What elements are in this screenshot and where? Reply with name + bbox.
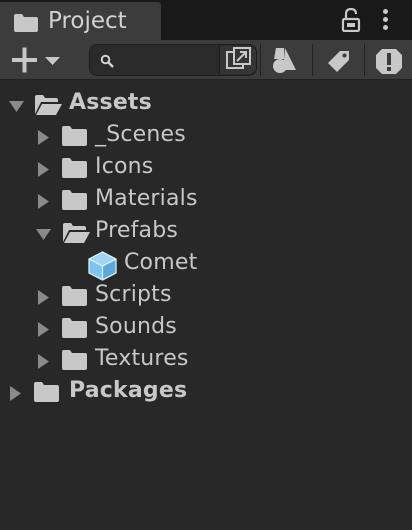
chevron-down-icon[interactable]	[36, 226, 51, 245]
tree-item-label: Assets	[69, 90, 152, 115]
tag-icon	[328, 51, 349, 72]
tree-item-assets[interactable]: Assets	[0, 88, 412, 120]
chevron-right-icon[interactable]	[38, 194, 50, 213]
shapes-icon	[273, 48, 296, 73]
chevron-right-icon[interactable]	[38, 290, 50, 309]
tree-item-label: _Scenes	[95, 122, 186, 147]
tree-item-sounds[interactable]: Sounds	[0, 312, 412, 344]
tree-item-label: Sounds	[95, 314, 177, 339]
folder-open-icon	[34, 94, 63, 120]
divider	[260, 44, 261, 76]
label-filter-button[interactable]	[314, 44, 362, 78]
warning-icon	[376, 49, 402, 74]
chevron-right-icon[interactable]	[38, 130, 50, 149]
folder-open-icon	[62, 222, 91, 248]
tree-item-label: Icons	[95, 154, 154, 179]
folder-icon	[62, 350, 87, 374]
folder-icon	[34, 382, 59, 406]
folder-icon	[62, 318, 87, 342]
search-field	[89, 44, 257, 76]
search-icon	[100, 53, 114, 72]
type-filter-button[interactable]	[262, 44, 310, 78]
tree-item-comet[interactable]: Comet	[0, 248, 412, 281]
kebab-menu-icon[interactable]	[380, 9, 390, 33]
tree-item-packages[interactable]: Packages	[0, 376, 412, 408]
tree-item-label: Comet	[124, 250, 198, 275]
tree-item-label: Scripts	[95, 282, 172, 307]
tab-strip: Project	[0, 0, 412, 40]
chevron-down-icon[interactable]	[9, 98, 24, 117]
folder-icon	[62, 190, 87, 214]
divider	[364, 44, 365, 76]
search-input[interactable]	[120, 48, 220, 72]
popout-button[interactable]	[219, 46, 256, 74]
chevron-down-icon	[45, 57, 60, 65]
create-button[interactable]	[12, 47, 64, 77]
toolbar	[0, 40, 412, 80]
tree-item-scenes[interactable]: _Scenes	[0, 120, 412, 152]
tab-title: Project	[48, 8, 127, 34]
chevron-right-icon[interactable]	[38, 162, 50, 181]
tree-item-scripts[interactable]: Scripts	[0, 280, 412, 312]
folder-icon	[14, 14, 38, 36]
folder-icon	[62, 286, 87, 310]
tree-item-label: Textures	[95, 346, 189, 371]
tree-item-textures[interactable]: Textures	[0, 344, 412, 376]
chevron-right-icon[interactable]	[10, 386, 22, 405]
divider	[312, 44, 313, 76]
tree-item-label: Prefabs	[95, 218, 179, 243]
tree-item-label: Materials	[95, 186, 198, 211]
popout-icon	[226, 47, 251, 69]
warning-filter-button[interactable]	[366, 44, 412, 78]
chevron-right-icon[interactable]	[38, 354, 50, 373]
tree-item-icons[interactable]: Icons	[0, 152, 412, 184]
tree-item-prefabs[interactable]: Prefabs	[0, 216, 412, 248]
tab-project[interactable]: Project	[0, 2, 161, 40]
tree-item-materials[interactable]: Materials	[0, 184, 412, 216]
folder-icon	[62, 126, 87, 150]
lock-icon[interactable]	[341, 7, 361, 36]
plus-icon	[12, 47, 37, 73]
tree-item-label: Packages	[69, 378, 188, 403]
folder-icon	[62, 158, 87, 182]
chevron-right-icon[interactable]	[38, 322, 50, 341]
